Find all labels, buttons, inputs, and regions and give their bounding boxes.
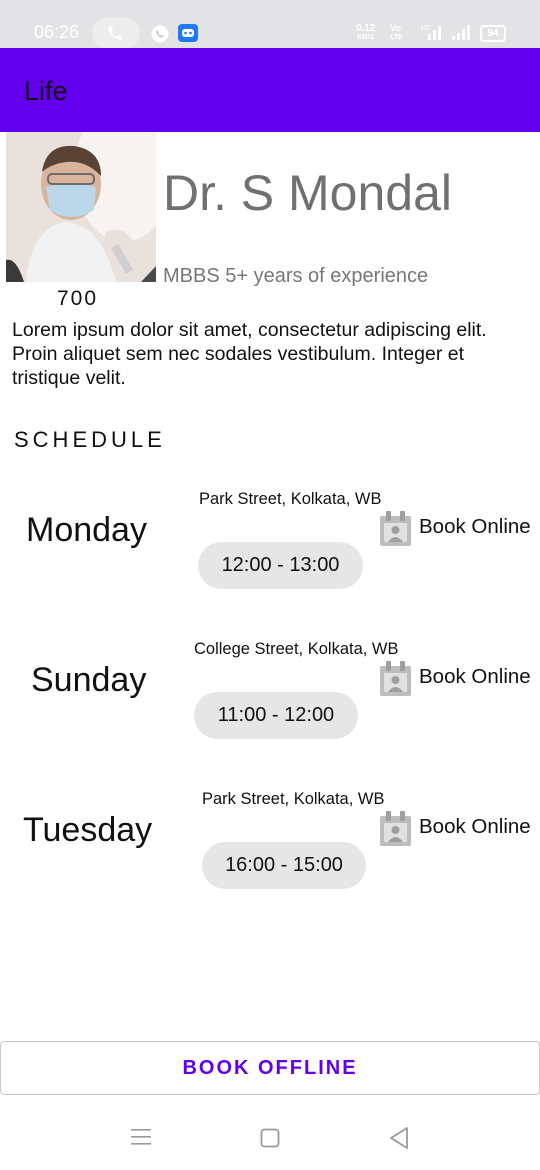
- network-type: 4G: [420, 25, 429, 32]
- schedule-time-slot[interactable]: 12:00 - 13:00: [198, 542, 363, 589]
- status-time: 06:26: [34, 22, 80, 42]
- ongoing-call-indicator[interactable]: [92, 18, 140, 48]
- calendar-contact-icon: [380, 511, 411, 546]
- book-online-label: Book Online: [419, 815, 531, 838]
- schedule-time-slot[interactable]: 16:00 - 15:00: [202, 842, 366, 889]
- menu-icon[interactable]: [131, 1128, 151, 1146]
- app-title: Life: [24, 76, 68, 106]
- schedule-day: Tuesday: [23, 811, 153, 849]
- volte-indicator: Vo LTE: [390, 24, 403, 42]
- signal-icon-2: [452, 25, 470, 40]
- schedule-item: Tuesday Park Street, Kolkata, WB Book On…: [0, 784, 540, 904]
- schedule-item: Sunday College Street, Kolkata, WB Book …: [0, 634, 540, 754]
- book-online-label: Book Online: [419, 665, 531, 688]
- schedule-time-slot[interactable]: 11:00 - 12:00: [194, 692, 358, 739]
- volte-bottom: LTE: [390, 34, 403, 41]
- network-speed: 0.12 KB/S: [356, 24, 375, 42]
- schedule-place: Park Street, Kolkata, WB: [202, 790, 385, 808]
- book-online-label: Book Online: [419, 515, 531, 538]
- volte-top: Vo: [390, 23, 401, 33]
- discord-icon: [178, 24, 198, 42]
- status-bar: 06:26 0.12 KB/S Vo LTE 4G 94: [0, 0, 540, 48]
- signal-icon: 4G: [420, 25, 441, 40]
- schedule-place: College Street, Kolkata, WB: [194, 640, 399, 658]
- phone-icon: [108, 26, 122, 40]
- whatsapp-icon: [151, 25, 169, 43]
- schedule-day: Sunday: [31, 661, 147, 699]
- calendar-contact-icon: [380, 661, 411, 696]
- schedule-item: Monday Park Street, Kolkata, WB Book Onl…: [0, 484, 540, 604]
- net-speed-value: 0.12: [356, 23, 376, 34]
- navigation-bar: [0, 1104, 540, 1170]
- book-offline-button[interactable]: BOOK OFFLINE: [0, 1041, 540, 1095]
- battery-icon: 94: [480, 25, 506, 42]
- net-speed-unit: KB/S: [357, 34, 375, 41]
- schedule-place: Park Street, Kolkata, WB: [199, 490, 382, 508]
- doctor-name: Dr. S Mondal: [163, 165, 453, 221]
- calendar-contact-icon: [380, 811, 411, 846]
- home-icon[interactable]: [260, 1128, 280, 1148]
- doctor-description: Lorem ipsum dolor sit amet, consectetur …: [12, 319, 487, 389]
- doctor-photo: [6, 132, 156, 282]
- doctor-qualification: MBBS 5+ years of experience: [163, 265, 429, 287]
- schedule-heading: SCHEDULE: [14, 427, 166, 452]
- app-bar: Life: [0, 48, 540, 132]
- back-icon[interactable]: [388, 1126, 410, 1150]
- doctor-fee: 700: [57, 287, 99, 310]
- schedule-day: Monday: [26, 511, 147, 549]
